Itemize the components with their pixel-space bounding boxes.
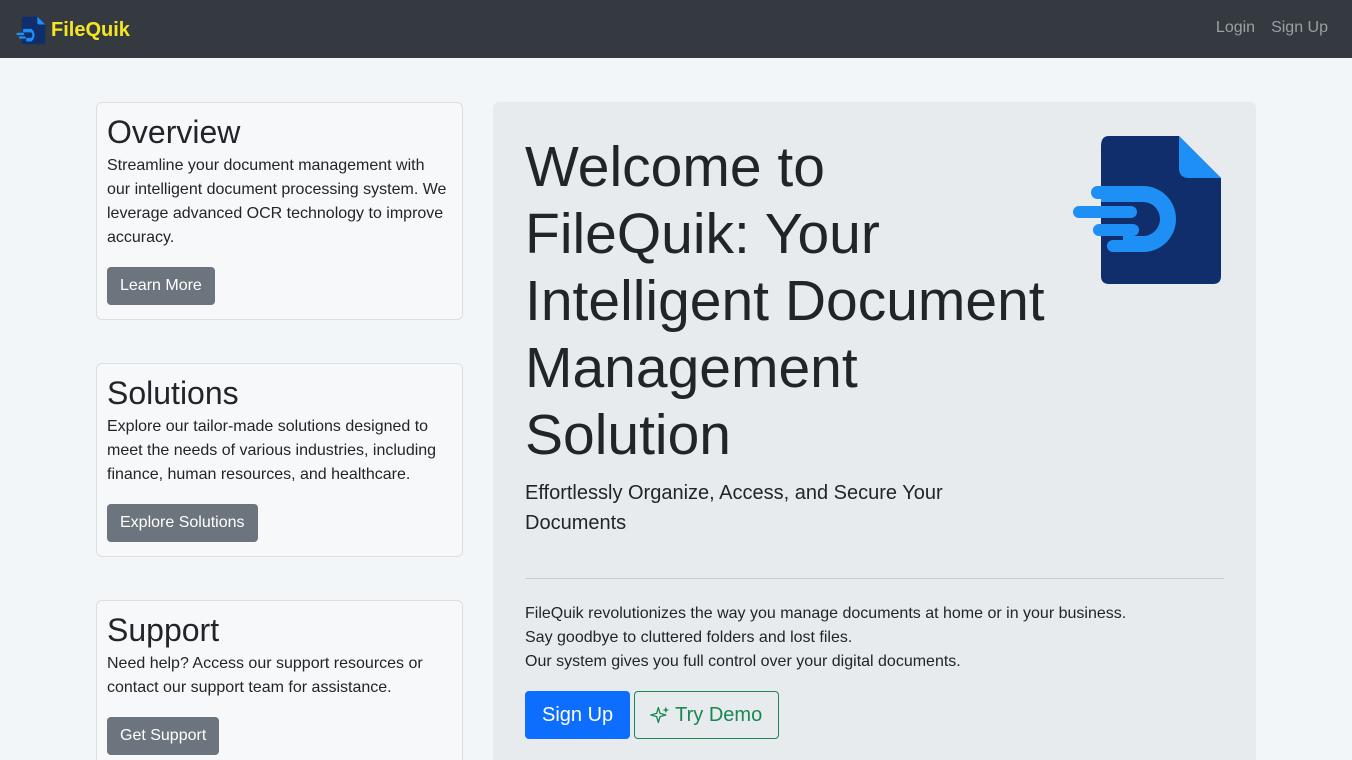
nav-signup-link[interactable]: Sign Up: [1271, 18, 1328, 38]
hero-actions: Sign Up Try Demo: [525, 691, 780, 739]
solutions-title: Solutions: [107, 375, 239, 411]
overview-title: Overview: [107, 114, 241, 150]
hero-signup-button[interactable]: Sign Up: [525, 691, 631, 739]
hero-body-line: Say goodbye to cluttered folders and los…: [525, 629, 853, 646]
get-support-button[interactable]: Get Support: [107, 717, 220, 755]
learn-more-button[interactable]: Learn More: [107, 267, 215, 305]
hero-title: Welcome to FileQuik: Your Intelligent Do…: [525, 135, 1045, 467]
brand-link[interactable]: FileQuik: [16, 14, 130, 46]
nav-links: Login Sign Up: [1216, 18, 1328, 38]
try-demo-button[interactable]: Try Demo: [634, 691, 780, 739]
hero-body-line: Our system gives you full control over y…: [525, 653, 961, 670]
hero-section: Welcome to FileQuik: Your Intelligent Do…: [493, 102, 1256, 760]
sparkle-icon: [650, 706, 670, 724]
top-navbar: FileQuik Login Sign Up: [0, 0, 1352, 58]
hero-subtitle: Effortlessly Organize, Access, and Secur…: [525, 482, 943, 534]
overview-text: Streamline your document management with…: [107, 157, 447, 246]
explore-solutions-button[interactable]: Explore Solutions: [107, 504, 258, 542]
try-demo-label: Try Demo: [675, 704, 763, 726]
solutions-card: Solutions Explore our tailor-made soluti…: [96, 363, 463, 557]
document-speed-icon: [1073, 136, 1221, 284]
nav-login-link[interactable]: Login: [1216, 18, 1255, 38]
solutions-text: Explore our tailor-made solutions design…: [107, 418, 437, 483]
hero-divider: [525, 578, 1224, 579]
hero-body: FileQuik revolutionizes the way you mana…: [525, 602, 1224, 674]
hero-body-line: FileQuik revolutionizes the way you mana…: [525, 605, 1127, 622]
support-title: Support: [107, 612, 220, 648]
document-speed-icon: [16, 16, 46, 45]
brand-name: FileQuik: [51, 18, 130, 41]
support-card: Support Need help? Access our support re…: [96, 600, 463, 760]
support-text: Need help? Access our support resources …: [107, 655, 423, 696]
overview-card: Overview Streamline your document manage…: [96, 102, 463, 320]
